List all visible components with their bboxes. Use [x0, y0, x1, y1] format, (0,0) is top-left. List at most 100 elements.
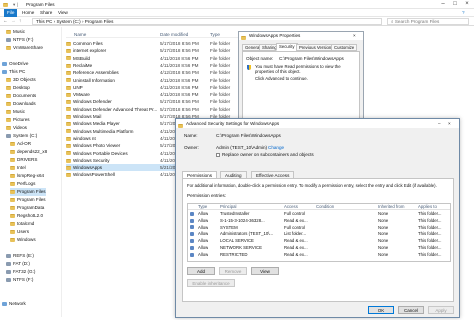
nav-item-label: NTFS (F:): [13, 277, 34, 282]
ribbon-tab-file[interactable]: File: [4, 9, 18, 17]
nav-item[interactable]: Program Files: [10, 188, 46, 196]
permission-row[interactable]: Allow Administrators (TEST_10\... List fol…: [188, 231, 450, 238]
permission-row[interactable]: Allow SYSTEM Full control None This folder..…: [188, 225, 450, 232]
nav-item[interactable]: NTFS (F:): [6, 276, 33, 284]
perm-principal: NETWORK SERVICE: [220, 245, 262, 250]
nav-item[interactable]: Music: [6, 108, 25, 116]
breadcrumb-system-c[interactable]: System (C:): [56, 19, 80, 24]
grid-col-inherited[interactable]: Inherited from: [378, 204, 405, 210]
ribbon-tab-share[interactable]: Share: [40, 10, 52, 15]
folder-icon: [66, 63, 71, 68]
enable-inheritance-button[interactable]: Enable inheritance: [187, 279, 235, 287]
replace-owner-checkbox[interactable]: Replace owner on subcontainers and objec…: [216, 152, 314, 157]
minimize-button[interactable]: –: [438, 119, 441, 128]
nav-item-label: Documents: [13, 93, 37, 98]
remove-button[interactable]: Remove: [219, 267, 247, 275]
nav-item[interactable]: FAT (D:): [6, 260, 30, 268]
nav-item[interactable]: DRIVERS: [10, 156, 37, 164]
nav-item-label: This PC: [9, 69, 26, 74]
nav-item[interactable]: totalcmd: [10, 220, 34, 228]
permission-row[interactable]: Allow NETWORK SERVICE Read & ex... None This…: [188, 245, 450, 252]
file-type: File folder: [210, 92, 231, 98]
grid-col-condition[interactable]: Condition: [316, 204, 334, 210]
file-row[interactable]: MSBuild 4/11/2018 8:56 PM File folder: [66, 55, 241, 62]
grid-col-access[interactable]: Access: [284, 204, 298, 210]
close-button[interactable]: ×: [461, 0, 473, 9]
nav-item[interactable]: Pictures: [6, 116, 30, 124]
nav-item[interactable]: Ad-OR: [10, 140, 31, 148]
column-name[interactable]: Name: [74, 32, 86, 37]
nav-item[interactable]: This PC: [2, 68, 25, 76]
nav-item[interactable]: VmWareShare: [6, 44, 43, 52]
nav-item[interactable]: Intel: [10, 164, 26, 172]
nav-item[interactable]: Documents: [6, 92, 36, 100]
file-row[interactable]: Reference Assemblies 4/12/2018 8:56 PM Fil…: [66, 69, 241, 76]
perm-applies: This folder...: [418, 224, 442, 230]
grid-col-applies[interactable]: Applies to: [418, 204, 437, 210]
file-row[interactable]: internet explorer 5/17/2018 8:56 PM File f…: [66, 47, 241, 54]
nav-item[interactable]: depends22_x8: [10, 148, 47, 156]
nav-item[interactable]: Downloads: [6, 100, 36, 108]
help-icon[interactable]: ?: [462, 10, 465, 15]
grid-col-type[interactable]: Type: [198, 204, 207, 210]
nav-item[interactable]: Users: [10, 228, 29, 236]
quick-access-toolbar[interactable]: ▾ |: [13, 2, 18, 8]
column-type[interactable]: Type: [210, 32, 220, 37]
file-row[interactable]: ReclaiMe 4/11/2018 8:56 PM File folder: [66, 62, 241, 69]
ribbon-tab-home[interactable]: Home: [22, 10, 34, 15]
permission-row[interactable]: Allow S-1-15-3-1024-36328... Read & ex... N…: [188, 218, 450, 225]
nav-item[interactable]: FAT32 (G:): [6, 268, 35, 276]
up-icon[interactable]: ↑: [19, 18, 21, 23]
maximize-button[interactable]: □: [449, 0, 461, 9]
close-icon[interactable]: ×: [353, 32, 356, 40]
add-button[interactable]: Add: [187, 267, 215, 275]
navigation-pane[interactable]: Music NTFS (F:) VmWareShare OneDrive This PC…: [0, 27, 62, 317]
breadcrumb-program-files[interactable]: Program Files: [85, 19, 114, 24]
breadcrumb-this-pc[interactable]: This PC: [36, 19, 52, 24]
file-row[interactable]: Uninstall Information 4/11/2018 8:56 PM Fi…: [66, 77, 241, 84]
tab-security[interactable]: Security: [276, 43, 298, 51]
minimize-button[interactable]: –: [437, 0, 449, 9]
permission-row[interactable]: Allow TrustedInstaller Full control None Thi…: [188, 211, 450, 218]
nav-item[interactable]: 3D Objects: [6, 76, 36, 84]
nav-item[interactable]: ProgramData: [10, 204, 44, 212]
perm-type: Allow: [198, 224, 209, 230]
permission-row[interactable]: Allow LOCAL SERVICE Read & ex... None This f…: [188, 238, 450, 245]
nav-item[interactable]: Network: [2, 300, 26, 308]
file-row[interactable]: VMware 4/11/2018 8:56 PM File folder: [66, 91, 241, 98]
nav-item[interactable]: REFS (E:): [6, 252, 34, 260]
change-owner-link[interactable]: Change: [268, 145, 284, 150]
cancel-button[interactable]: Cancel: [398, 306, 424, 314]
nav-item[interactable]: Music: [6, 28, 25, 36]
column-date-modified[interactable]: Date modified: [160, 32, 188, 37]
permission-grid[interactable]: Type Principal Access Condition Inherite…: [187, 203, 451, 262]
close-icon[interactable]: ×: [448, 119, 451, 128]
nav-item[interactable]: Videos: [6, 124, 27, 132]
back-icon[interactable]: ←: [3, 18, 8, 23]
nav-item[interactable]: Desktop: [6, 84, 30, 92]
forward-icon[interactable]: →: [11, 18, 16, 23]
nav-item[interactable]: Windows: [10, 236, 36, 244]
file-row[interactable]: Windows Defender Advanced Threat Pr... 5/…: [66, 106, 241, 113]
nav-item[interactable]: PerfLogs: [10, 180, 35, 188]
folder-icon: [66, 107, 71, 112]
ok-button[interactable]: OK: [368, 306, 394, 314]
tab-customize[interactable]: Customize: [331, 44, 358, 51]
file-row[interactable]: Windows Defender 5/17/2018 8:56 PM File fo…: [66, 98, 241, 105]
search-input[interactable]: ⌕ Search Program Files: [387, 18, 469, 25]
grid-col-principal[interactable]: Principal: [220, 204, 236, 210]
ribbon-tab-view[interactable]: View: [58, 10, 68, 15]
view-button[interactable]: View: [251, 267, 279, 275]
nav-item[interactable]: OneDrive: [2, 60, 28, 68]
nav-item[interactable]: Program Files: [10, 196, 46, 204]
file-row[interactable]: Common Files 5/17/2018 8:56 PM File folder: [66, 40, 241, 47]
nav-item[interactable]: lsmpReg-x64: [10, 172, 44, 180]
address-bar[interactable]: This PC › System (C:) › Program Files: [32, 18, 382, 25]
nav-item[interactable]: System (C:): [6, 132, 37, 140]
nav-item[interactable]: RegshotL2.0: [10, 212, 43, 220]
file-row[interactable]: UNP 4/11/2018 8:56 PM File folder: [66, 84, 241, 91]
apply-button[interactable]: Apply: [428, 306, 454, 314]
permission-row[interactable]: Allow RESTRICTED Read & ex... None This fold…: [188, 252, 450, 259]
folder-icon: [10, 229, 15, 234]
nav-item[interactable]: NTFS (F:): [6, 36, 33, 44]
